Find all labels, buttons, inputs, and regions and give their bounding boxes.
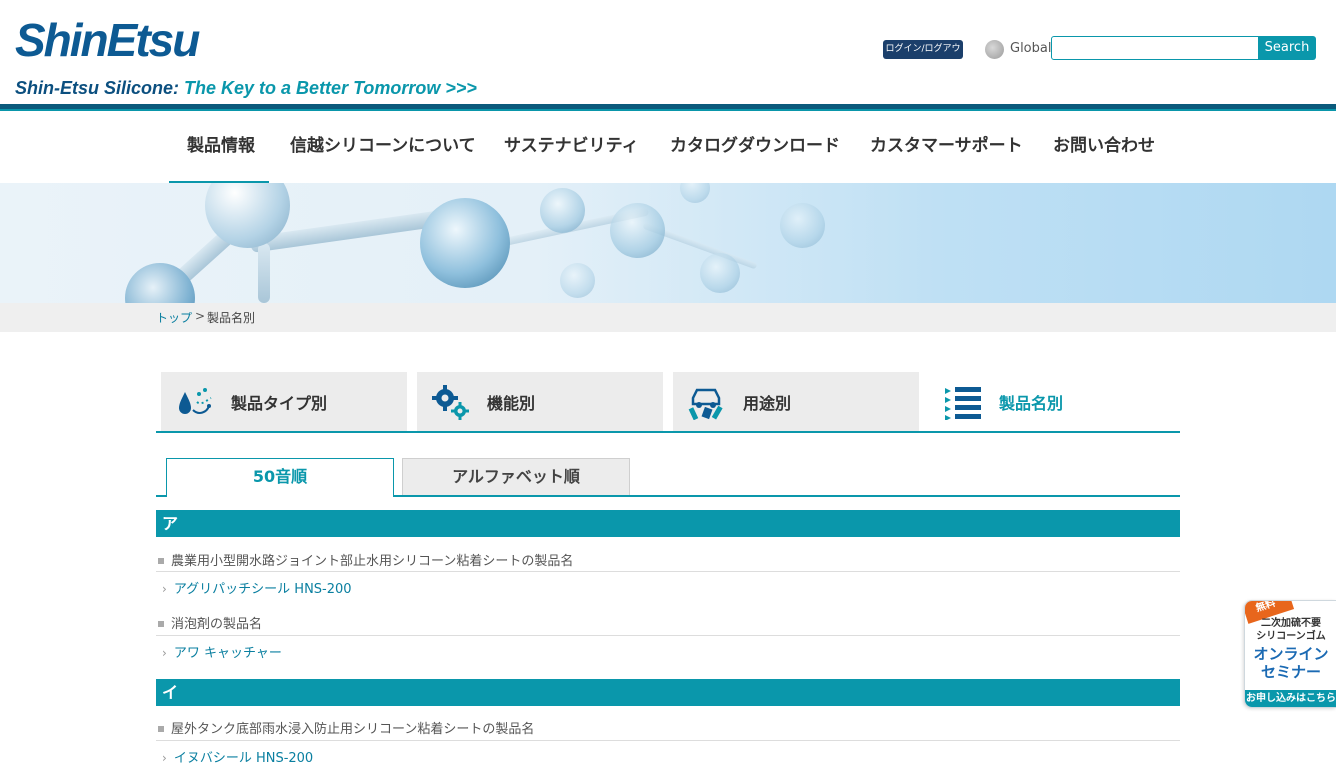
tab-application[interactable]: 用途別 — [673, 372, 919, 432]
main-nav: 製品情報 信越シリコーンについて サステナビリティ カタログダウンロード カスタ… — [0, 111, 1336, 183]
gears-icon — [432, 385, 469, 420]
product-link[interactable]: › イヌバシール HNS-200 — [162, 747, 313, 766]
hero-banner — [0, 183, 1336, 303]
droplets-icon — [179, 388, 212, 414]
shinetsu-logo[interactable]: ShinEtsu — [15, 14, 200, 66]
breadcrumb-home-link[interactable]: トップ — [156, 309, 192, 326]
section-heading-a: ア — [156, 510, 1180, 537]
tab-alphabet-order[interactable]: アルファベット順 — [402, 458, 630, 496]
square-bullet-icon — [158, 620, 164, 627]
nav-item-sustainability[interactable]: サステナビリティ — [504, 111, 639, 183]
site-header: ShinEtsu Shin-Etsu Silicone: The Key to … — [0, 0, 1336, 104]
square-bullet-icon — [158, 725, 164, 732]
seminar-subtitle: 二次加硫不要 シリコーンゴム — [1256, 618, 1326, 642]
tagline-brand: Shin-Etsu Silicone: — [15, 78, 180, 98]
chevron-right-icon: › — [162, 646, 167, 660]
breadcrumb-separator: > — [195, 309, 206, 323]
tab-product-name[interactable]: 製品名別 — [929, 372, 1175, 432]
list-item-category: 消泡剤の製品名 — [158, 613, 262, 632]
online-seminar-banner[interactable]: 無料 二次加硫不要 シリコーンゴム オンライン セミナー お申し込みはこちら — [1244, 600, 1336, 708]
tab-function-label: 機能別 — [487, 394, 536, 413]
list-item-category: 農業用小型開水路ジョイント部止水用シリコーン粘着シートの製品名 — [158, 550, 573, 569]
category-tabs-underline — [156, 431, 1180, 433]
chevron-right-icon: › — [162, 582, 167, 596]
nav-item-products[interactable]: 製品情報 — [187, 111, 255, 183]
nav-item-support[interactable]: カスタマーサポート — [870, 111, 1023, 183]
list-icon — [945, 387, 981, 420]
global-link[interactable]: Global — [1010, 41, 1051, 56]
nav-item-about[interactable]: 信越シリコーンについて — [290, 111, 476, 183]
breadcrumb-current: 製品名別 — [207, 311, 256, 325]
chevron-right-icon: › — [162, 751, 167, 765]
search-button[interactable]: Search — [1258, 36, 1316, 60]
product-link[interactable]: › アワ キャッチャー — [162, 642, 282, 661]
product-link[interactable]: › アグリパッチシール HNS-200 — [162, 578, 352, 597]
tab-function[interactable]: 機能別 — [417, 372, 663, 432]
nav-item-contact[interactable]: お問い合わせ — [1053, 111, 1155, 183]
square-bullet-icon — [158, 557, 164, 564]
nav-item-catalog[interactable]: カタログダウンロード — [670, 111, 840, 183]
tab-product-type-label: 製品タイプ別 — [231, 394, 328, 413]
tab-gojuon-order[interactable]: 50音順 — [166, 458, 394, 497]
divider — [156, 635, 1180, 636]
list-item-category: 屋外タンク底部雨水浸入防止用シリコーン粘着シートの製品名 — [158, 718, 534, 737]
seminar-title: オンライン セミナー — [1253, 645, 1329, 681]
divider — [156, 740, 1180, 741]
tab-product-type[interactable]: 製品タイプ別 — [161, 372, 407, 432]
section-heading-i: イ — [156, 679, 1180, 706]
tab-application-label: 用途別 — [743, 394, 792, 413]
car-tools-icon — [688, 388, 723, 420]
tagline[interactable]: Shin-Etsu Silicone: The Key to a Better … — [15, 78, 477, 99]
login-logout-button[interactable]: ログイン/ログアウト — [883, 40, 963, 73]
globe-icon[interactable] — [985, 40, 1004, 59]
tab-product-name-label: 製品名別 — [999, 394, 1064, 413]
search-input[interactable] — [1051, 36, 1259, 60]
divider — [156, 571, 1180, 572]
seminar-apply-link[interactable]: お申し込みはこちら — [1245, 690, 1336, 707]
tagline-slogan: The Key to a Better Tomorrow >>> — [184, 78, 477, 98]
